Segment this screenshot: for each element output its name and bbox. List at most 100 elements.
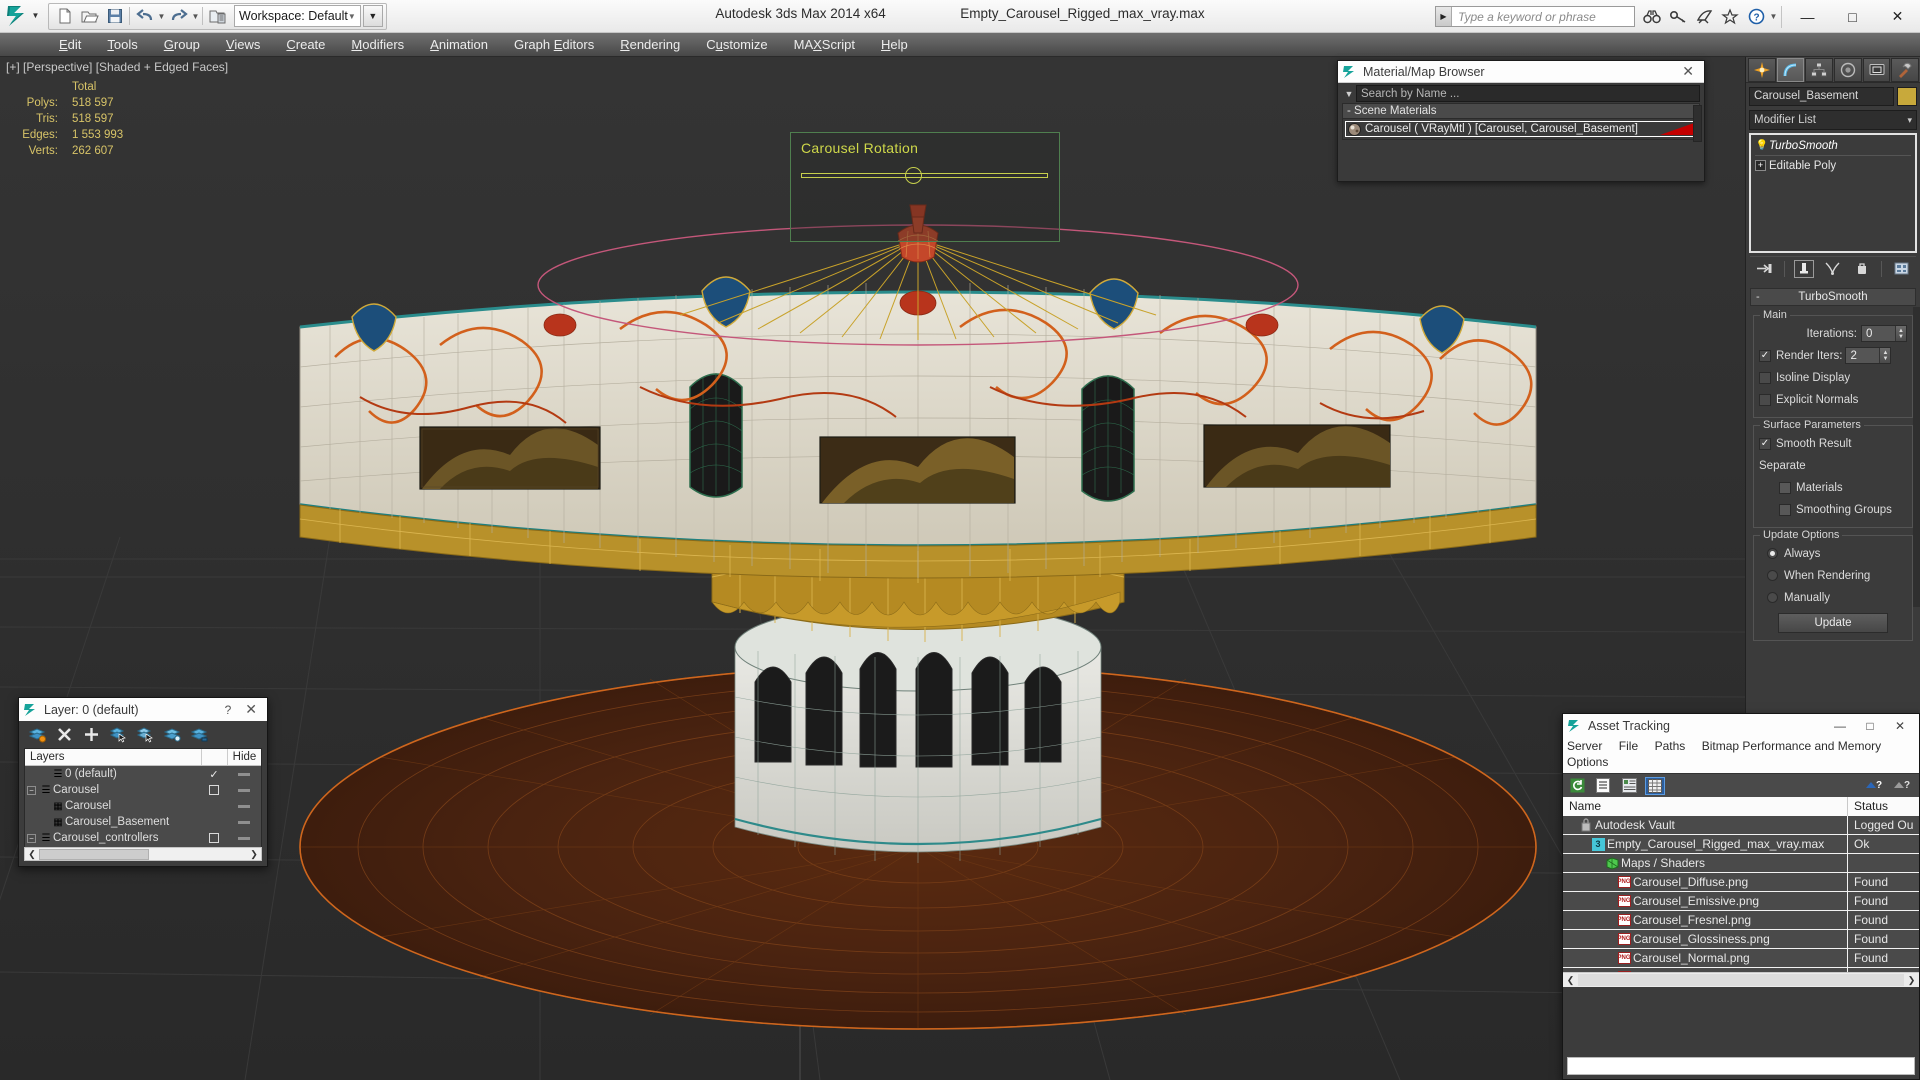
- expander-minus-icon[interactable]: −: [27, 833, 36, 843]
- smoothing-groups-row[interactable]: Smoothing Groups: [1759, 500, 1907, 519]
- materials-checkbox[interactable]: [1779, 481, 1791, 494]
- show-end-result-icon[interactable]: [1793, 259, 1814, 278]
- workspace-caret-icon[interactable]: ▼: [348, 12, 356, 21]
- workspace-selector[interactable]: Workspace: Default ▼: [234, 5, 361, 27]
- material-browser-scrollbar[interactable]: [1693, 105, 1702, 142]
- create-tab[interactable]: [1748, 58, 1776, 82]
- stack-item-editable-poly[interactable]: + Editable Poly: [1753, 157, 1913, 174]
- menu-modifiers[interactable]: Modifiers: [338, 35, 417, 54]
- lightbulb-icon[interactable]: 💡: [1755, 140, 1769, 151]
- asset-row-diffuse-png[interactable]: PNG Carousel_Diffuse.png Found: [1563, 873, 1919, 892]
- redo-icon[interactable]: [166, 5, 191, 28]
- menu-maxscript[interactable]: MAXScript: [781, 35, 868, 54]
- modifier-stack-buttons[interactable]: [1750, 256, 1916, 280]
- scroll-right-arrow-icon[interactable]: ❯: [1904, 975, 1919, 986]
- isoline-display-checkbox[interactable]: [1759, 371, 1771, 384]
- isoline-display-row[interactable]: Isoline Display: [1759, 368, 1907, 387]
- layer-hide-cell[interactable]: [227, 804, 261, 808]
- maximize-button[interactable]: □: [1855, 715, 1885, 736]
- new-file-icon[interactable]: [52, 5, 77, 28]
- carousel-rotation-track[interactable]: [801, 173, 1048, 178]
- explicit-normals-row[interactable]: Explicit Normals: [1759, 390, 1907, 409]
- menu-bar[interactable]: Edit Tools Group Views Create Modifiers …: [0, 33, 1920, 57]
- rollout-collapse-glyph[interactable]: -: [1756, 291, 1760, 303]
- iterations-row[interactable]: Iterations: 0 ▲ ▼: [1759, 324, 1907, 343]
- asset-row-maps-shaders[interactable]: Maps / Shaders: [1563, 854, 1919, 873]
- check-in-help-icon[interactable]: ?: [1863, 777, 1883, 795]
- quick-access-toolbar[interactable]: ▼ ▼ Workspace: Default ▼ ▼: [48, 2, 387, 30]
- detail-view-icon[interactable]: [1619, 777, 1639, 795]
- satellite-icon[interactable]: [1691, 5, 1717, 29]
- configure-modifier-sets-icon[interactable]: [1891, 260, 1911, 278]
- close-button[interactable]: ✕: [1885, 715, 1915, 736]
- asset-tracking-toolbar[interactable]: ? ?: [1563, 773, 1919, 797]
- create-new-layer-icon[interactable]: [28, 726, 46, 743]
- material-search-input[interactable]: Search by Name ...: [1356, 85, 1700, 102]
- redo-dropdown-caret-icon[interactable]: ▼: [191, 12, 200, 21]
- workspace-dropdown-button[interactable]: ▼: [362, 5, 383, 27]
- smoothing-groups-checkbox[interactable]: [1779, 503, 1791, 516]
- asset-menu-server[interactable]: Server: [1567, 739, 1602, 753]
- menu-group[interactable]: Group: [151, 35, 213, 54]
- menu-graph-editors[interactable]: Graph Editors: [501, 35, 607, 54]
- project-folder-icon[interactable]: [205, 5, 230, 28]
- layer-horizontal-scrollbar[interactable]: ❮ ❯: [24, 847, 262, 861]
- highlight-selected-objects-layer-icon[interactable]: [163, 726, 181, 743]
- material-list-item-carousel[interactable]: Carousel ( VRayMtl ) [Carousel, Carousel…: [1345, 121, 1697, 137]
- object-name-field[interactable]: Carousel_Basement: [1749, 87, 1894, 106]
- layer-dialog-help-icon[interactable]: ?: [217, 703, 240, 717]
- iterations-value[interactable]: 0: [1862, 328, 1895, 340]
- utilities-tab[interactable]: [1891, 58, 1920, 82]
- render-iters-row[interactable]: ✓ Render Iters: 2 ▲ ▼: [1759, 346, 1907, 365]
- layer-on-cell[interactable]: [201, 833, 227, 843]
- material-browser-options-caret-icon[interactable]: ▼: [1342, 89, 1356, 99]
- layer-row-carousel[interactable]: − ☰ Carousel: [25, 782, 261, 798]
- 3dsmax-app-logo-icon[interactable]: ▼: [2, 1, 42, 32]
- layer-list-grid[interactable]: Layers Hide ☰ 0 (default) ✓ − ☰ Carousel…: [24, 748, 262, 851]
- menu-customize[interactable]: Customize: [693, 35, 780, 54]
- command-panel-scrollbar[interactable]: [1913, 307, 1920, 607]
- asset-menu-file[interactable]: File: [1619, 739, 1638, 753]
- asset-tracking-toolbar-right[interactable]: ? ?: [1863, 777, 1919, 795]
- smooth-result-row[interactable]: ✓ Smooth Result: [1759, 434, 1907, 453]
- update-always-row[interactable]: Always: [1759, 544, 1907, 563]
- modifier-stack[interactable]: 💡 TurboSmooth + Editable Poly: [1749, 133, 1917, 253]
- render-iters-checkbox[interactable]: ✓: [1759, 349, 1771, 362]
- select-objects-in-layer-icon[interactable]: [109, 726, 127, 743]
- layer-row-carousel-controllers[interactable]: − ☰ Carousel_controllers: [25, 830, 261, 846]
- layer-on-cell[interactable]: ✓: [201, 768, 227, 781]
- iterations-spinner[interactable]: 0 ▲ ▼: [1861, 325, 1907, 342]
- object-name-row[interactable]: Carousel_Basement: [1746, 83, 1920, 108]
- explicit-normals-checkbox[interactable]: [1759, 393, 1771, 406]
- scroll-track[interactable]: [1578, 974, 1904, 986]
- carousel-rotation-handle[interactable]: [905, 167, 922, 184]
- carousel-rotation-widget[interactable]: Carousel Rotation: [790, 132, 1060, 242]
- update-manually-radio[interactable]: [1767, 592, 1778, 603]
- material-map-browser-dialog[interactable]: Material/Map Browser ✕ ▼ Search by Name …: [1337, 60, 1705, 182]
- scene-materials-group-header[interactable]: - Scene Materials: [1342, 103, 1700, 119]
- help-icon[interactable]: ?: [1743, 5, 1769, 29]
- menu-rendering[interactable]: Rendering: [607, 35, 693, 54]
- asset-row-autodesk-vault[interactable]: Autodesk Vault Logged Ou: [1563, 816, 1919, 835]
- asset-row-fresnel-png[interactable]: PNG Carousel_Fresnel.png Found: [1563, 911, 1919, 930]
- menu-animation[interactable]: Animation: [417, 35, 501, 54]
- menu-help[interactable]: Help: [868, 35, 921, 54]
- scroll-left-arrow-icon[interactable]: ❮: [1563, 975, 1578, 986]
- menu-views[interactable]: Views: [213, 35, 273, 54]
- layer-row-0-default[interactable]: ☰ 0 (default) ✓: [25, 766, 261, 782]
- update-button[interactable]: Update: [1778, 613, 1888, 633]
- update-manually-row[interactable]: Manually: [1759, 588, 1907, 607]
- star-icon[interactable]: [1717, 5, 1743, 29]
- layer-rows[interactable]: ☰ 0 (default) ✓ − ☰ Carousel ▦ Carousel …: [25, 766, 261, 850]
- undo-icon[interactable]: [132, 5, 157, 28]
- layer-hide-cell[interactable]: [227, 836, 261, 840]
- open-file-icon[interactable]: [77, 5, 102, 28]
- viewport[interactable]: [+] [Perspective] [Shaded + Edged Faces]…: [0, 57, 1745, 1080]
- expand-plus-icon[interactable]: +: [1755, 160, 1766, 171]
- display-tab[interactable]: [1862, 58, 1891, 82]
- material-browser-close-icon[interactable]: ✕: [1676, 63, 1700, 80]
- render-iters-value[interactable]: 2: [1846, 350, 1879, 362]
- minimize-button[interactable]: —: [1785, 1, 1830, 32]
- on-toggle-box-icon[interactable]: [209, 785, 219, 795]
- maximize-button[interactable]: □: [1830, 1, 1875, 32]
